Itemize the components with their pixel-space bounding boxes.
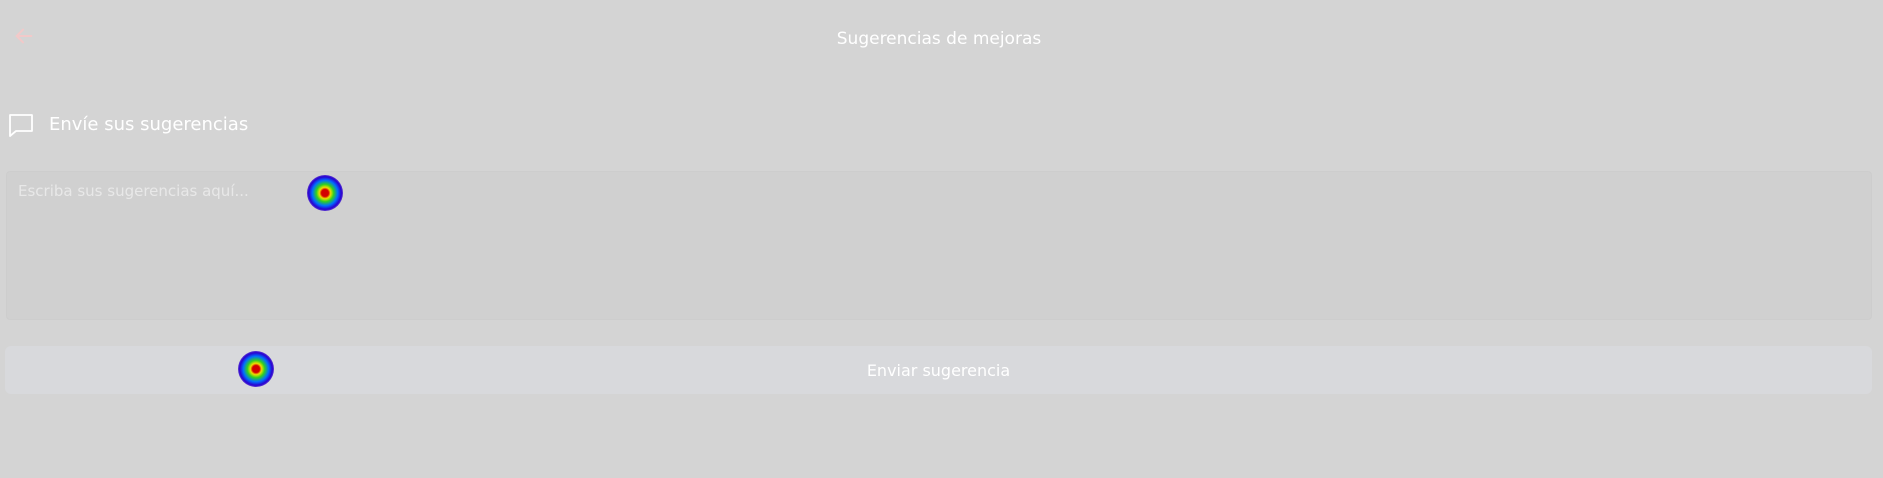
chat-bubble-icon bbox=[7, 111, 35, 139]
section-header: Envíe sus sugerencias bbox=[7, 110, 248, 140]
suggestion-field-container bbox=[6, 171, 1872, 320]
heatmap-marker bbox=[307, 175, 343, 211]
suggestion-textarea[interactable] bbox=[7, 172, 1871, 319]
app-header: Sugerencias de mejoras bbox=[0, 0, 1883, 76]
submit-suggestion-button[interactable]: Enviar sugerencia bbox=[5, 346, 1872, 394]
section-title: Envíe sus sugerencias bbox=[49, 114, 249, 135]
heatmap-marker bbox=[238, 351, 274, 387]
submit-button-label: Enviar sugerencia bbox=[866, 360, 1011, 380]
page-title: Sugerencias de mejoras bbox=[836, 29, 1042, 49]
